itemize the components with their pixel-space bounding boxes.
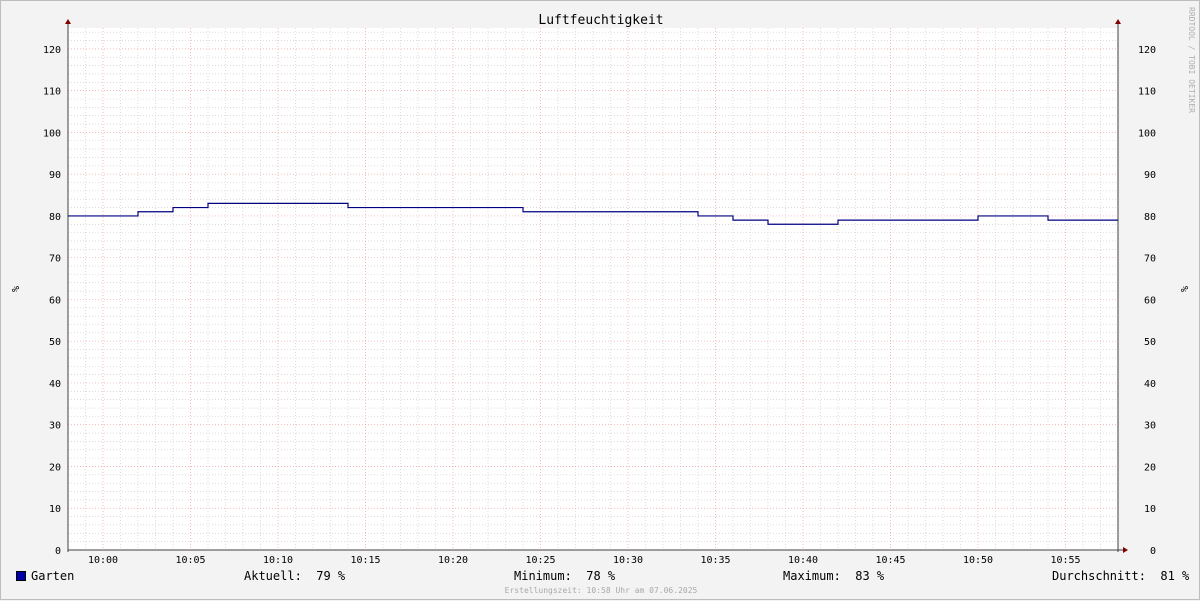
x-tick-label: 10:25 xyxy=(525,555,555,566)
data-point xyxy=(173,207,174,208)
y-tick-label-left: 80 xyxy=(49,212,61,223)
y-tick-label-right: 20 xyxy=(1144,462,1156,473)
data-point xyxy=(348,207,349,208)
generation-timestamp: Erstellungszeit: 10:58 Uhr am 07.06.2025 xyxy=(504,586,698,595)
y-tick-label-right: 10 xyxy=(1144,504,1156,515)
x-tick-label: 10:05 xyxy=(175,555,205,566)
x-tick-label: 10:20 xyxy=(438,555,468,566)
y-tick-label-right: 90 xyxy=(1144,170,1156,181)
data-point xyxy=(138,211,139,212)
chart-title: Luftfeuchtigkeit xyxy=(538,13,663,28)
y-tick-label-left: 70 xyxy=(49,254,61,265)
chart-frame: Luftfeuchtigkeit % % RRDTOOL / TOBI OETI… xyxy=(0,0,1200,600)
y-tick-label-left: 60 xyxy=(49,295,61,306)
y-tick-label-left: 10 xyxy=(49,504,61,515)
x-tick-label: 10:10 xyxy=(263,555,293,566)
data-point xyxy=(1048,220,1049,221)
legend-current: Aktuell: 79 % xyxy=(244,569,346,583)
x-tick-label: 10:15 xyxy=(350,555,380,566)
x-tick-label: 10:00 xyxy=(88,555,118,566)
data-point xyxy=(1118,220,1119,221)
x-tick-label: 10:45 xyxy=(875,555,905,566)
y-tick-label-left: 20 xyxy=(49,462,61,473)
x-tick-label: 10:30 xyxy=(613,555,643,566)
legend-swatch-garten xyxy=(16,571,26,581)
x-tick-label: 10:40 xyxy=(788,555,818,566)
y-tick-label-right: 50 xyxy=(1144,337,1156,348)
y-tick-label-left: 0 xyxy=(55,546,61,557)
data-point xyxy=(208,203,209,204)
data-point xyxy=(733,220,734,221)
y-tick-label-right: 70 xyxy=(1144,254,1156,265)
data-point xyxy=(68,215,69,216)
y-tick-label-right: 110 xyxy=(1138,87,1156,98)
y-tick-label-right: 60 xyxy=(1144,295,1156,306)
y-tick-label-right: 120 xyxy=(1138,45,1156,56)
x-axis-arrow xyxy=(1123,547,1128,553)
watermark: RRDTOOL / TOBI OETIKER xyxy=(1187,7,1196,113)
data-point xyxy=(523,211,524,212)
legend-maximum: Maximum: 83 % xyxy=(783,569,885,583)
y-tick-label-right: 100 xyxy=(1138,128,1156,139)
y-tick-label-right: 30 xyxy=(1144,421,1156,432)
y-tick-label-left: 120 xyxy=(43,45,61,56)
x-tick-label: 10:55 xyxy=(1050,555,1080,566)
data-point xyxy=(978,215,979,216)
data-point xyxy=(768,224,769,225)
y-tick-label-left: 100 xyxy=(43,128,61,139)
data-point xyxy=(698,215,699,216)
legend-minimum: Minimum: 78 % xyxy=(514,569,616,583)
y-tick-label-left: 40 xyxy=(49,379,61,390)
y-axis-label-right: % xyxy=(1178,286,1189,292)
y-tick-label-left: 90 xyxy=(49,170,61,181)
y-tick-label-left: 110 xyxy=(43,87,61,98)
y-tick-label-left: 30 xyxy=(49,421,61,432)
y-tick-label-left: 50 xyxy=(49,337,61,348)
y-tick-label-right: 40 xyxy=(1144,379,1156,390)
y-axis-label-left: % xyxy=(9,286,20,292)
y-axis-arrow-right xyxy=(1115,19,1121,24)
x-tick-label: 10:50 xyxy=(963,555,993,566)
chart: Luftfeuchtigkeit % % RRDTOOL / TOBI OETI… xyxy=(9,7,1196,566)
legend-average: Durchschnitt: 81 % xyxy=(1052,569,1190,583)
legend-series-name: Garten xyxy=(31,569,75,583)
y-tick-label-right: 0 xyxy=(1150,546,1156,557)
data-point xyxy=(838,220,839,221)
x-tick-label: 10:35 xyxy=(700,555,730,566)
y-tick-label-right: 80 xyxy=(1144,212,1156,223)
y-axis-arrow-left xyxy=(65,19,71,24)
